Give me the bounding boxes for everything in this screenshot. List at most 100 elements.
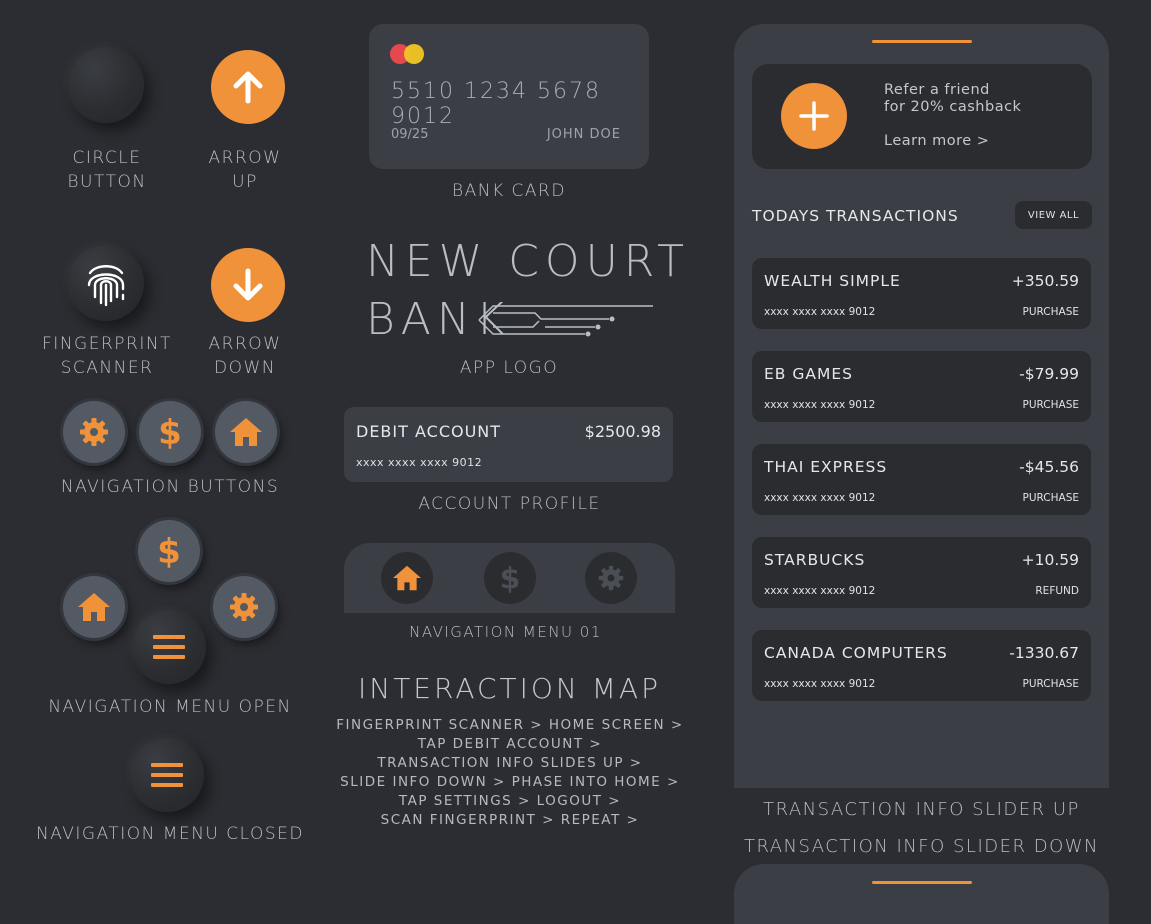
arrow-down-icon <box>233 268 263 301</box>
transaction-type: Purchase <box>1022 399 1080 411</box>
interaction-step: Transaction Info Slides up > <box>377 755 643 771</box>
refer-text: Refer a friend for 20% cashback <box>884 82 1021 116</box>
transaction-type: Purchase <box>1022 306 1080 318</box>
money-tab[interactable]: $ <box>484 552 536 604</box>
hamburger-icon <box>151 763 183 787</box>
money-nav-button[interactable]: $ <box>139 401 201 463</box>
label-line: Arrow <box>208 148 282 168</box>
navigation-menu-bar: $ <box>344 543 675 613</box>
gear-icon <box>230 593 258 621</box>
transaction-row[interactable]: Starbucks +10.59 xxxx xxxx xxxx 9012 Ref… <box>752 537 1091 608</box>
hamburger-icon <box>153 635 185 659</box>
arrow-up-icon <box>233 71 263 104</box>
home-nav-button[interactable] <box>63 576 125 638</box>
account-amount: $2500.98 <box>584 422 661 441</box>
card-expiry: 09/25 <box>391 127 429 142</box>
arrow-up-button[interactable] <box>211 50 285 124</box>
transactions-title: Todays Transactions <box>752 207 959 225</box>
gear-icon <box>598 565 624 591</box>
label-line: Scanner <box>60 358 154 378</box>
dollar-icon: $ <box>158 414 182 450</box>
money-nav-button[interactable]: $ <box>138 520 200 582</box>
transaction-amount: -$45.56 <box>1019 458 1079 476</box>
home-icon <box>78 593 110 621</box>
transaction-card-number: xxxx xxxx xxxx 9012 <box>764 306 876 318</box>
arrow-down-button[interactable] <box>211 248 285 322</box>
transaction-amount: +10.59 <box>1021 551 1079 569</box>
fingerprint-icon <box>87 265 125 307</box>
svg-text:$: $ <box>158 414 182 450</box>
arrow-up-label: Arrow Up <box>185 146 305 194</box>
transaction-card-number: xxxx xxxx xxxx 9012 <box>764 492 876 504</box>
label-line: Up <box>232 172 258 192</box>
home-icon <box>230 418 262 446</box>
transaction-type: Purchase <box>1022 678 1080 690</box>
refer-friend-card[interactable]: Refer a friend for 20% cashback Learn mo… <box>752 64 1092 169</box>
transaction-name: Wealth Simple <box>764 272 901 290</box>
plus-icon <box>799 101 829 131</box>
navigation-menu-open-label: Navigation Menu Open <box>48 697 292 717</box>
interaction-step: Fingerprint Scanner > Home Screen > <box>336 717 684 733</box>
circle-button-label: Circle Button <box>47 146 167 194</box>
svg-text:$: $ <box>500 562 521 596</box>
add-button[interactable] <box>781 83 847 149</box>
transaction-name: Thai Express <box>764 458 888 476</box>
circle-button[interactable] <box>68 47 144 123</box>
navigation-menu-closed-label: Navigation Menu Closed <box>36 824 304 844</box>
interaction-step: Scan Fingerprint > Repeat > <box>380 812 640 828</box>
transaction-row[interactable]: EB Games -$79.99 xxxx xxxx xxxx 9012 Pur… <box>752 351 1091 422</box>
fingerprint-scanner-label: Fingerprint Scanner <box>37 332 177 380</box>
transaction-type: Refund <box>1035 585 1079 597</box>
transaction-slider-collapsed <box>734 864 1109 924</box>
transaction-card-number: xxxx xxxx xxxx 9012 <box>764 585 876 597</box>
slider-down-caption: Transaction Info Slider Down <box>743 836 1100 857</box>
home-icon <box>393 565 421 591</box>
transaction-type: Purchase <box>1022 492 1080 504</box>
card-number: 5510 1234 5678 9012 <box>391 79 601 129</box>
fingerprint-scanner-button[interactable] <box>68 245 144 321</box>
navigation-buttons-label: Navigation Buttons <box>60 477 280 497</box>
account-number: xxxx xxxx xxxx 9012 <box>356 456 483 469</box>
interaction-map-title: Interaction Map <box>358 672 661 705</box>
circuit-graphic <box>478 305 653 337</box>
dollar-icon: $ <box>157 533 181 569</box>
menu-toggle-button[interactable] <box>132 610 206 684</box>
transaction-name: EB Games <box>764 365 853 383</box>
label-line: Button <box>67 172 147 192</box>
navigation-menu-caption: Navigation Menu 01 <box>409 623 602 641</box>
card-brand-logo <box>390 44 424 64</box>
transaction-row[interactable]: Canada Computers -1330.67 xxxx xxxx xxxx… <box>752 630 1091 701</box>
account-title: Debit Account <box>356 422 502 441</box>
transaction-name: Canada Computers <box>764 644 948 662</box>
settings-nav-button[interactable] <box>63 401 125 463</box>
gear-icon <box>80 418 108 446</box>
transaction-card-number: xxxx xxxx xxxx 9012 <box>764 678 876 690</box>
learn-more-link[interactable]: Learn more > <box>884 133 989 149</box>
interaction-step: Tap Debit Account > <box>417 736 603 752</box>
label-line: Fingerprint <box>42 334 172 354</box>
home-nav-button[interactable] <box>215 401 277 463</box>
menu-toggle-button[interactable] <box>130 738 204 812</box>
debit-account-card[interactable]: Debit Account $2500.98 xxxx xxxx xxxx 90… <box>344 407 673 482</box>
label-line: Arrow <box>208 334 282 354</box>
svg-text:$: $ <box>157 533 181 569</box>
arrow-down-label: Arrow Down <box>185 332 305 380</box>
refer-line: for 20% cashback <box>884 99 1022 115</box>
refer-line: Refer a friend <box>884 82 990 98</box>
transaction-name: Starbucks <box>764 551 866 569</box>
home-tab[interactable] <box>381 552 433 604</box>
logo-line-1: New Court <box>366 236 691 287</box>
view-all-button[interactable]: View all <box>1015 201 1092 229</box>
slider-handle[interactable] <box>872 40 972 43</box>
transaction-amount: -1330.67 <box>1009 644 1079 662</box>
transaction-amount: -$79.99 <box>1019 365 1079 383</box>
card-holder: JOHN DOE <box>546 127 621 142</box>
bank-card[interactable]: 5510 1234 5678 9012 09/25 JOHN DOE <box>369 24 649 169</box>
settings-tab[interactable] <box>585 552 637 604</box>
slider-handle[interactable] <box>872 881 972 884</box>
account-profile-caption: Account Profile <box>418 494 601 514</box>
settings-nav-button[interactable] <box>213 576 275 638</box>
transaction-amount: +350.59 <box>1011 272 1079 290</box>
transaction-row[interactable]: Thai Express -$45.56 xxxx xxxx xxxx 9012… <box>752 444 1091 515</box>
transaction-row[interactable]: Wealth Simple +350.59 xxxx xxxx xxxx 901… <box>752 258 1091 329</box>
